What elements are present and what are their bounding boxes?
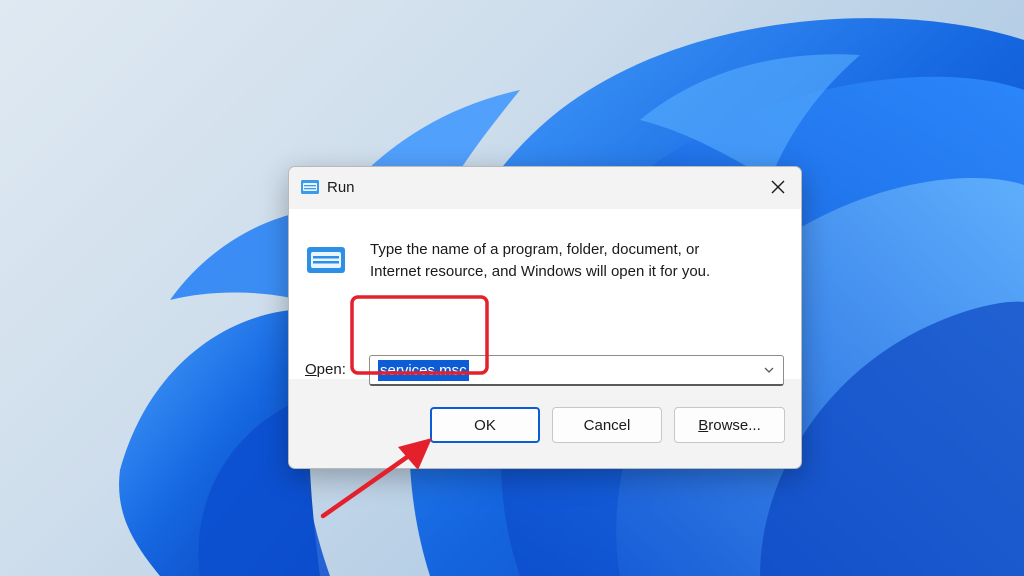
description-line: Internet resource, and Windows will open…: [370, 263, 711, 280]
open-combobox[interactable]: services.msc: [369, 355, 784, 386]
open-input-value[interactable]: services.msc: [378, 360, 469, 381]
dialog-description: Type the name of a program, folder, docu…: [370, 239, 790, 283]
description-line: Type the name of a program, folder, docu…: [370, 241, 700, 258]
open-label: Open:: [305, 361, 346, 378]
dialog-content: Type the name of a program, folder, docu…: [289, 209, 801, 386]
ok-button[interactable]: OK: [430, 407, 540, 443]
open-label-mnemonic: O: [305, 361, 317, 378]
cancel-button[interactable]: Cancel: [552, 407, 662, 443]
chevron-down-icon[interactable]: [763, 364, 775, 376]
browse-button[interactable]: Browse...: [674, 407, 785, 443]
run-app-icon: [307, 247, 345, 273]
open-label-text: pen:: [316, 361, 346, 378]
run-dialog: Run Type the name of a program, folder, …: [288, 166, 802, 469]
title-bar[interactable]: Run: [289, 167, 801, 209]
run-app-icon: [301, 180, 319, 194]
browse-label-text: rowse...: [708, 416, 761, 434]
close-button[interactable]: [755, 167, 801, 207]
close-icon: [771, 180, 785, 194]
browse-label-mnemonic: B: [698, 416, 709, 434]
dialog-title: Run: [327, 179, 355, 196]
